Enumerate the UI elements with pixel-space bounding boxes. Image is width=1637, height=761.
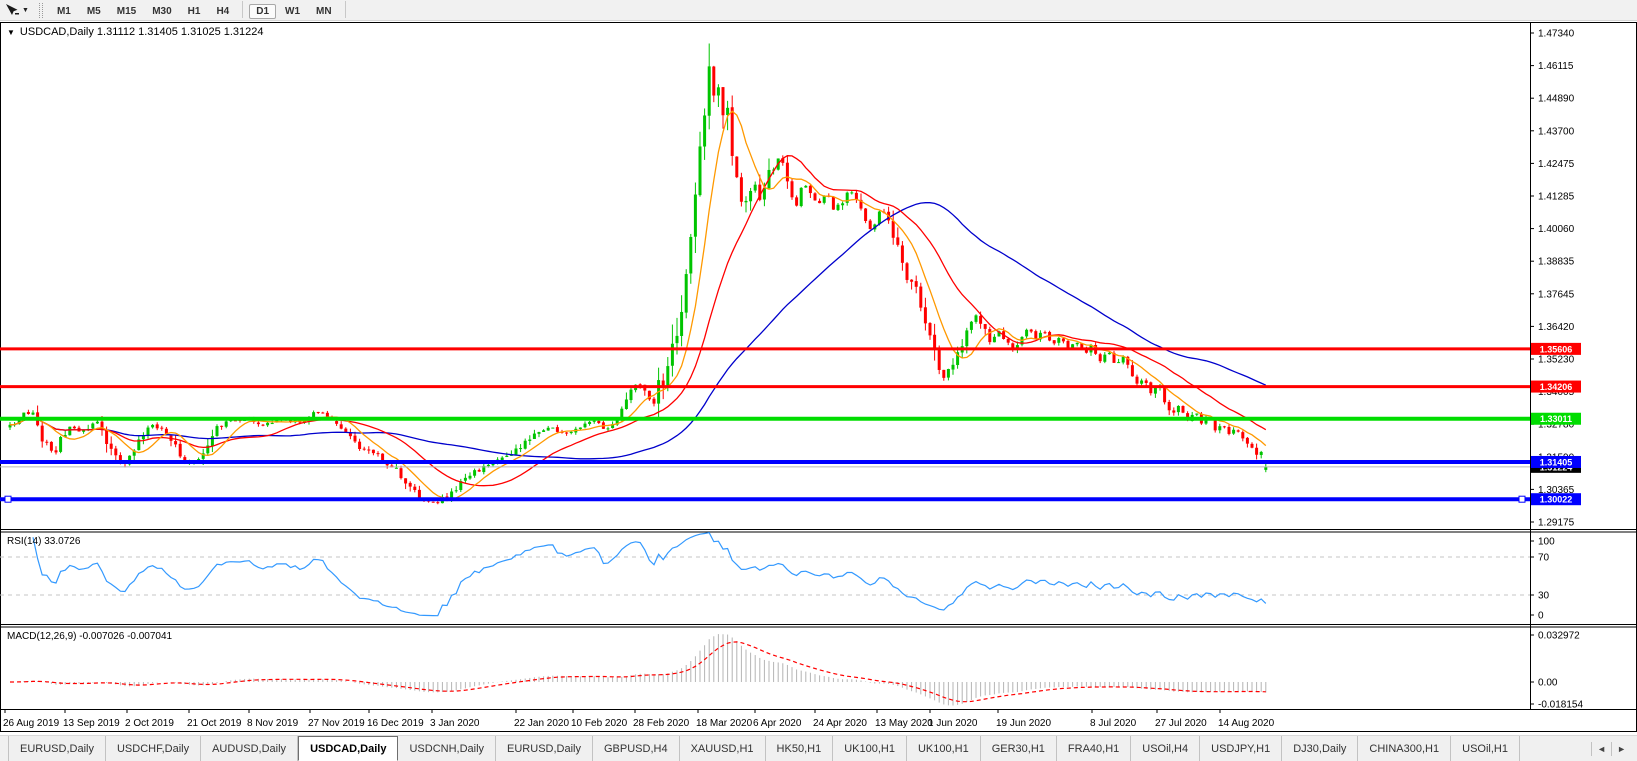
chart-tab-EURUSD-Daily[interactable]: EURUSD,Daily xyxy=(496,736,593,761)
chart-title-text: USDCAD,Daily 1.31112 1.31405 1.31025 1.3… xyxy=(19,26,264,38)
hline-1.33011[interactable]: 1.33011 xyxy=(0,412,1581,425)
tab-scroll-right-button[interactable]: ► xyxy=(1611,741,1631,756)
svg-text:14 Aug 2020: 14 Aug 2020 xyxy=(1218,718,1275,729)
svg-text:19 Jun 2020: 19 Jun 2020 xyxy=(996,718,1051,729)
hline-1.30022[interactable]: 1.30022 xyxy=(0,493,1581,506)
svg-text:28 Feb 2020: 28 Feb 2020 xyxy=(633,718,690,729)
svg-text:13 May 2020: 13 May 2020 xyxy=(875,718,933,729)
svg-text:1.33011: 1.33011 xyxy=(1540,414,1572,424)
candlestick-series xyxy=(8,43,1268,505)
svg-text:18 Mar 2020: 18 Mar 2020 xyxy=(696,718,753,729)
svg-text:1.35606: 1.35606 xyxy=(1540,344,1573,354)
svg-text:24 Apr 2020: 24 Apr 2020 xyxy=(813,718,867,729)
chart-tab-bar: EURUSD,Daily USDCHF,Daily AUDUSD,Daily USDC… xyxy=(0,735,1637,761)
chart-tab-USOil-H4[interactable]: USOil,H4 xyxy=(1131,736,1201,761)
hline-1.35606[interactable]: 1.35606 xyxy=(0,342,1581,355)
hline-left-handle[interactable] xyxy=(4,495,12,503)
tab-scroll-controls: ◄ ► xyxy=(1591,736,1637,761)
svg-text:1.30022: 1.30022 xyxy=(1540,495,1573,505)
date-axis: 26 Aug 2019 13 Sep 2019 2 Oct 2019 21 Oct 2… xyxy=(3,709,1275,729)
chart-tab-USDJPY-H1[interactable]: USDJPY,H1 xyxy=(1200,736,1283,761)
svg-text:0.032972: 0.032972 xyxy=(1538,631,1580,642)
hline-1.31405[interactable]: 1.31405 xyxy=(0,455,1581,468)
svg-text:1.46115: 1.46115 xyxy=(1538,61,1574,72)
svg-text:1.40060: 1.40060 xyxy=(1538,224,1575,235)
chart-tab-DJ30-Daily[interactable]: DJ30,Daily xyxy=(1282,736,1359,761)
mt4-window: ▼ M1 M5 M15 M30 H1 H4 D1 W1 MN 1.47340 1.46115 1.4… xyxy=(0,0,1637,761)
chart-canvas[interactable]: 1.47340 1.46115 1.44890 1.43700 1.42475 1.412… xyxy=(0,0,1637,761)
svg-text:1.31405: 1.31405 xyxy=(1540,457,1573,467)
svg-text:-0.018154: -0.018154 xyxy=(1538,700,1583,711)
macd-indicator-label: MACD(12,26,9) -0.007026 -0.007041 xyxy=(7,631,173,642)
chart-tab-UK100-H1[interactable]: UK100,H1 xyxy=(833,736,907,761)
hline-1.34206[interactable]: 1.34206 xyxy=(0,380,1581,393)
chart-frame xyxy=(0,22,1637,732)
macd-pane xyxy=(10,634,1267,706)
ma-line-period-21 xyxy=(9,155,1267,487)
chart-tab-HK50-H1[interactable]: HK50,H1 xyxy=(766,736,834,761)
svg-text:3 Jan 2020: 3 Jan 2020 xyxy=(430,718,480,729)
svg-text:1.37645: 1.37645 xyxy=(1538,289,1575,300)
ma-line-period-8 xyxy=(9,110,1267,500)
svg-text:1.43700: 1.43700 xyxy=(1538,126,1575,137)
svg-text:8 Jul 2020: 8 Jul 2020 xyxy=(1090,718,1137,729)
svg-text:21 Oct 2019: 21 Oct 2019 xyxy=(187,718,242,729)
chart-tab-EURUSD-Daily[interactable]: EURUSD,Daily xyxy=(8,736,106,761)
svg-text:1.44890: 1.44890 xyxy=(1538,94,1575,105)
rsi-pane xyxy=(0,532,1530,617)
svg-text:13 Sep 2019: 13 Sep 2019 xyxy=(63,718,120,729)
svg-text:6 Apr 2020: 6 Apr 2020 xyxy=(753,718,802,729)
svg-text:0.00: 0.00 xyxy=(1538,678,1558,689)
tab-scroll-left-button[interactable]: ◄ xyxy=(1591,741,1611,756)
svg-text:70: 70 xyxy=(1538,553,1550,564)
svg-text:1.34206: 1.34206 xyxy=(1540,382,1573,392)
svg-text:2 Oct 2019: 2 Oct 2019 xyxy=(125,718,174,729)
chart-tab-USDCAD-Daily[interactable]: USDCAD,Daily xyxy=(298,736,399,761)
svg-text:0: 0 xyxy=(1538,611,1544,622)
chart-tab-USDCHF-Daily[interactable]: USDCHF,Daily xyxy=(106,736,202,761)
svg-text:1.41285: 1.41285 xyxy=(1538,192,1575,203)
chart-tab-GBPUSD-H4[interactable]: GBPUSD,H4 xyxy=(593,736,680,761)
hline-right-handle[interactable] xyxy=(1518,495,1526,503)
svg-text:1.42475: 1.42475 xyxy=(1538,159,1575,170)
svg-text:1.38835: 1.38835 xyxy=(1538,257,1575,268)
svg-text:27 Nov 2019: 27 Nov 2019 xyxy=(308,718,365,729)
svg-text:8 Nov 2019: 8 Nov 2019 xyxy=(247,718,299,729)
chart-tab-FRA40-H1[interactable]: FRA40,H1 xyxy=(1057,736,1132,761)
chart-tab-USOil-H1[interactable]: USOil,H1 xyxy=(1451,736,1520,761)
rsi-indicator-label: RSI(14) 33.0726 xyxy=(7,536,81,547)
svg-text:22 Jan 2020: 22 Jan 2020 xyxy=(514,718,569,729)
svg-text:27 Jul 2020: 27 Jul 2020 xyxy=(1155,718,1207,729)
chart-tab-USDCNH-Daily[interactable]: USDCNH,Daily xyxy=(398,736,497,761)
svg-text:100: 100 xyxy=(1538,537,1555,548)
svg-text:1.47340: 1.47340 xyxy=(1538,29,1575,40)
svg-text:10 Feb 2020: 10 Feb 2020 xyxy=(571,718,628,729)
svg-text:16 Dec 2019: 16 Dec 2019 xyxy=(367,718,424,729)
svg-text:1.36420: 1.36420 xyxy=(1538,322,1575,333)
chart-tab-CHINA300-H1[interactable]: CHINA300,H1 xyxy=(1358,736,1452,761)
chart-tab-UK100-H1[interactable]: UK100,H1 xyxy=(907,736,981,761)
svg-text:1 Jun 2020: 1 Jun 2020 xyxy=(928,718,978,729)
svg-text:26 Aug 2019: 26 Aug 2019 xyxy=(3,718,60,729)
collapse-caret-icon[interactable]: ▼ xyxy=(7,28,15,37)
chart-tab-GER30-H1[interactable]: GER30,H1 xyxy=(981,736,1057,761)
macd-axis: 0.032972 0.00 -0.018154 xyxy=(1530,631,1583,711)
price-axis: 1.47340 1.46115 1.44890 1.43700 1.42475 1.412… xyxy=(1530,29,1575,529)
svg-text:1.29175: 1.29175 xyxy=(1538,518,1575,529)
rsi-axis: 100 70 30 0 xyxy=(1530,537,1555,622)
svg-text:1.35230: 1.35230 xyxy=(1538,355,1575,366)
svg-text:30: 30 xyxy=(1538,591,1550,602)
chart-tab-XAUUSD-H1[interactable]: XAUUSD,H1 xyxy=(680,736,766,761)
chart-title: ▼ USDCAD,Daily 1.31112 1.31405 1.31025 1… xyxy=(7,26,264,38)
chart-tab-AUDUSD-Daily[interactable]: AUDUSD,Daily xyxy=(201,736,299,761)
